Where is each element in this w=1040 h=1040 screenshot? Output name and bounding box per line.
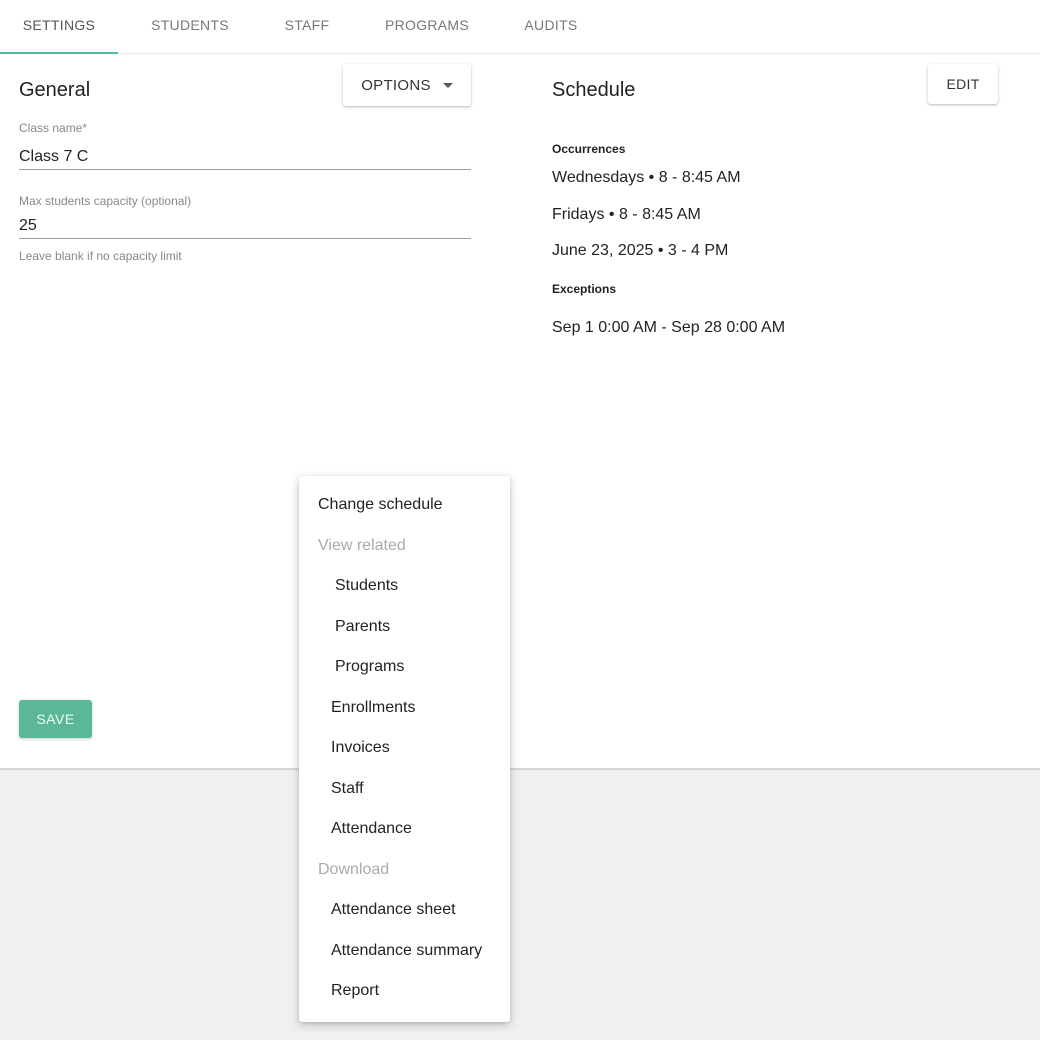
- tab-bar: SETTINGS STUDENTS STAFF PROGRAMS AUDITS: [0, 0, 1040, 54]
- menu-item-attendance-summary[interactable]: Attendance summary: [331, 942, 482, 960]
- menu-item-invoices[interactable]: Invoices: [331, 739, 390, 757]
- options-button-label: OPTIONS: [361, 76, 431, 94]
- menu-item-attendance[interactable]: Attendance: [331, 820, 412, 838]
- tab-staff[interactable]: STAFF: [272, 0, 342, 54]
- tab-programs[interactable]: PROGRAMS: [373, 0, 481, 54]
- options-button[interactable]: OPTIONS: [343, 64, 471, 106]
- options-menu: Change schedule View related Students Pa…: [299, 476, 510, 1022]
- occurrence-item: June 23, 2025 • 3 - 4 PM: [552, 242, 729, 259]
- menu-item-enrollments[interactable]: Enrollments: [331, 699, 415, 717]
- menu-header-view-related: View related: [318, 537, 406, 554]
- tab-audits[interactable]: AUDITS: [512, 0, 590, 54]
- capacity-help-text: Leave blank if no capacity limit: [19, 249, 182, 263]
- exceptions-label: Exceptions: [552, 282, 617, 296]
- occurrences-label: Occurrences: [552, 142, 626, 156]
- settings-card: SETTINGS STUDENTS STAFF PROGRAMS AUDITS …: [0, 0, 1040, 770]
- caret-down-icon: [442, 82, 453, 88]
- menu-item-students[interactable]: Students: [335, 577, 398, 595]
- tab-settings[interactable]: SETTINGS: [0, 0, 118, 54]
- menu-item-attendance-sheet[interactable]: Attendance sheet: [331, 901, 456, 919]
- menu-item-staff[interactable]: Staff: [331, 780, 364, 798]
- menu-item-parents[interactable]: Parents: [335, 618, 390, 636]
- menu-item-change-schedule[interactable]: Change schedule: [318, 496, 443, 514]
- menu-item-report[interactable]: Report: [331, 982, 379, 1000]
- exception-item: Sep 1 0:00 AM - Sep 28 0:00 AM: [552, 319, 786, 336]
- tab-students[interactable]: STUDENTS: [137, 0, 243, 54]
- occurrence-item: Fridays • 8 - 8:45 AM: [552, 206, 701, 223]
- class-name-label: Class name*: [19, 121, 88, 135]
- schedule-title: Schedule: [552, 79, 636, 101]
- capacity-label: Max students capacity (optional): [19, 194, 192, 208]
- occurrence-item: Wednesdays • 8 - 8:45 AM: [552, 169, 741, 186]
- class-name-input[interactable]: [19, 144, 471, 170]
- capacity-input[interactable]: [19, 213, 471, 239]
- menu-header-download: Download: [318, 861, 390, 878]
- edit-button[interactable]: EDIT: [928, 64, 998, 104]
- save-button[interactable]: SAVE: [19, 700, 92, 738]
- general-title: General: [19, 79, 91, 101]
- active-tab-indicator: [0, 52, 118, 54]
- menu-item-programs[interactable]: Programs: [335, 658, 404, 676]
